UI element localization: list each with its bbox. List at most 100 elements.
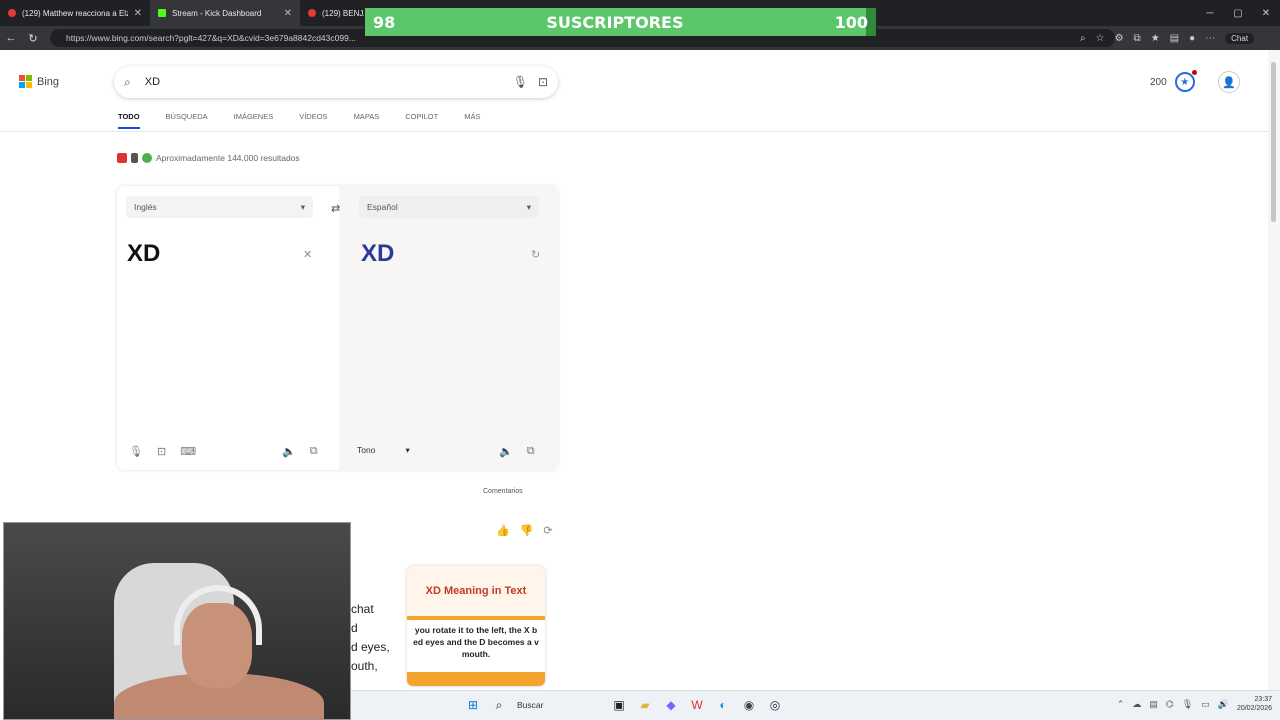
close-tab-icon[interactable]: ✕ [134, 8, 142, 19]
page-scrollbar[interactable] [1268, 50, 1280, 690]
visual-search-icon[interactable]: ⊡ [538, 75, 548, 89]
feedback-link[interactable]: Comentarios [483, 488, 523, 495]
thumbs-down-icon[interactable]: 👎 [520, 524, 534, 537]
tone-select[interactable]: Tono ▾ [357, 445, 410, 456]
close-tab-icon[interactable]: ✕ [284, 8, 292, 19]
answer-line: chat [351, 602, 374, 616]
minimize-icon[interactable]: ─ [1196, 8, 1224, 19]
extensions-icon[interactable]: ⚙ [1115, 33, 1124, 44]
chevron-up-icon[interactable]: ⌃ [1117, 699, 1125, 710]
tab-imagenes[interactable]: IMÁGENES [234, 112, 274, 129]
edge-icon[interactable]: ◐ [715, 697, 731, 713]
source-text[interactable]: XD [127, 240, 160, 268]
display-icon[interactable]: ▭ [1201, 699, 1210, 710]
tab-busqueda[interactable]: BÚSQUEDA [166, 112, 208, 129]
tab-mas[interactable]: MÁS [464, 112, 480, 129]
answer-line: d [351, 621, 358, 635]
refresh-icon[interactable]: ↻ [22, 32, 44, 45]
windows-start-icon[interactable]: ⊞ [465, 697, 481, 713]
chrome-icon[interactable]: ◉ [741, 697, 757, 713]
target-language-select[interactable]: Español ▾ [359, 196, 539, 218]
tab-title: Stream - Kick Dashboard [172, 8, 262, 18]
steam-icon[interactable]: ◎ [767, 697, 783, 713]
tone-label: Tono [357, 445, 376, 455]
wps-icon[interactable]: W [689, 697, 705, 713]
task-view-icon[interactable]: ▣ [611, 697, 627, 713]
search-icon[interactable]: ⌕ [491, 697, 507, 713]
tab-mapas[interactable]: MAPAS [354, 112, 380, 129]
clock[interactable]: 23:37 20/02/2026 [1237, 695, 1272, 713]
maximize-icon[interactable]: ▢ [1224, 8, 1252, 19]
microphone-icon[interactable]: 🎙 [513, 75, 528, 89]
search-icon: ⌕ [124, 74, 131, 89]
copy-icon[interactable]: ⧉ [527, 445, 535, 458]
taskbar-search[interactable]: Buscar [517, 697, 601, 713]
copilot-chat-button[interactable]: Chat [1225, 32, 1255, 44]
target-text: XD [361, 240, 395, 267]
browser-tab-2[interactable]: Stream - Kick Dashboard ✕ [150, 0, 300, 26]
clear-icon[interactable]: ✕ [303, 248, 312, 261]
keyboard-icon[interactable]: ⌨ [180, 445, 196, 458]
tab-todo[interactable]: TODO [118, 112, 140, 129]
zoom-icon[interactable]: ⌕ [1080, 33, 1086, 44]
kick-icon [158, 9, 166, 17]
profile-icon[interactable]: ● [1189, 33, 1195, 44]
refresh-icon[interactable]: ↻ [531, 248, 540, 261]
thumbs-up-icon[interactable]: 👍 [496, 524, 510, 537]
app-icon[interactable]: ◆ [663, 697, 679, 713]
browser-tab-1[interactable]: (129) Matthew reacciona a Elzein ✕ [0, 0, 150, 26]
microphone-icon[interactable]: 🎙 [1182, 699, 1193, 710]
file-explorer-icon[interactable]: ▰ [637, 697, 653, 713]
chevron-down-icon: ▾ [300, 201, 305, 212]
subscriber-label: SUSCRIPTORES [546, 12, 684, 32]
back-icon[interactable]: ← [0, 32, 22, 44]
browser-toolbar: ⌕ ☆ ⚙ ⧉ ★ ▤ ● ⋯ Chat [1080, 26, 1255, 50]
notification-dot [1191, 70, 1197, 75]
tab-copilot[interactable]: COPILOT [405, 112, 438, 129]
microphone-icon[interactable]: 🎙 [129, 445, 143, 458]
youtube-icon [8, 9, 16, 17]
network-icon[interactable]: ⌬ [1166, 699, 1174, 710]
onedrive-icon[interactable]: ☁ [1132, 699, 1141, 710]
subscriber-goal: 100 [834, 12, 868, 32]
clock-time: 23:37 [1254, 696, 1272, 703]
swap-languages-icon[interactable]: ⇄ [331, 202, 340, 215]
tray-icon[interactable]: ▤ [1149, 699, 1158, 710]
collections-icon[interactable]: ▤ [1170, 33, 1179, 44]
partial-answer-text: chat d d eyes, outh, [351, 600, 390, 676]
close-window-icon[interactable]: ✕ [1252, 8, 1280, 19]
source-language-select[interactable]: Inglés ▾ [126, 196, 313, 218]
extension-badge-icon [142, 153, 152, 163]
speaker-icon[interactable]: 🔈 [282, 445, 296, 458]
more-icon[interactable]: ⋯ [1205, 33, 1215, 44]
result-image-card[interactable]: XD Meaning in Text you rotate it to the … [407, 566, 545, 686]
share-icon[interactable]: ⟳ [543, 524, 552, 537]
favorites-icon[interactable]: ★ [1151, 33, 1160, 44]
rewards[interactable]: 200 ★ [1150, 70, 1197, 92]
source-pane: Inglés ▾ XD ✕ 🎙 ⊡ ⌨ 🔈 ⧉ [117, 186, 337, 470]
copy-icon[interactable]: ⧉ [310, 445, 318, 458]
subscriber-current: 98 [373, 12, 396, 32]
speaker-icon[interactable]: 🔈 [499, 445, 513, 458]
extension-badge-icon [117, 153, 127, 163]
tab-videos[interactable]: VÍDEOS [299, 112, 327, 129]
user-account-icon[interactable]: 👤 [1218, 71, 1240, 93]
bing-logo[interactable]: Bing [19, 75, 59, 88]
split-icon[interactable]: ⧉ [1134, 33, 1141, 44]
volume-icon[interactable]: 🔊 [1218, 699, 1229, 710]
scrollbar-thumb[interactable] [1271, 62, 1276, 222]
card-footer-band [407, 672, 545, 686]
search-box[interactable]: ⌕ XD 🎙 ⊡ [114, 66, 558, 98]
window-controls: ─ ▢ ✕ [1196, 0, 1280, 26]
search-scope-tabs: TODO BÚSQUEDA IMÁGENES VÍDEOS MAPAS COPI… [118, 112, 506, 129]
answer-line: outh, [351, 659, 378, 673]
source-actions: 🔈 ⧉ [282, 445, 318, 458]
windows-taskbar: ⊞ ⌕ Buscar ▣ ▰ ◆ W ◐ ◉ ◎ ⌃ ☁ ▤ ⌬ 🎙 ▭ 🔊 2… [351, 690, 1280, 720]
results-count: Aproximadamente 144.000 resultados [117, 153, 300, 163]
bing-logo-text: Bing [37, 75, 60, 88]
source-language-label: Inglés [134, 202, 157, 212]
search-input[interactable]: XD [145, 76, 503, 88]
camera-scan-icon[interactable]: ⊡ [157, 445, 166, 458]
favorite-star-icon[interactable]: ☆ [1096, 33, 1105, 44]
shield-icon [131, 153, 138, 163]
